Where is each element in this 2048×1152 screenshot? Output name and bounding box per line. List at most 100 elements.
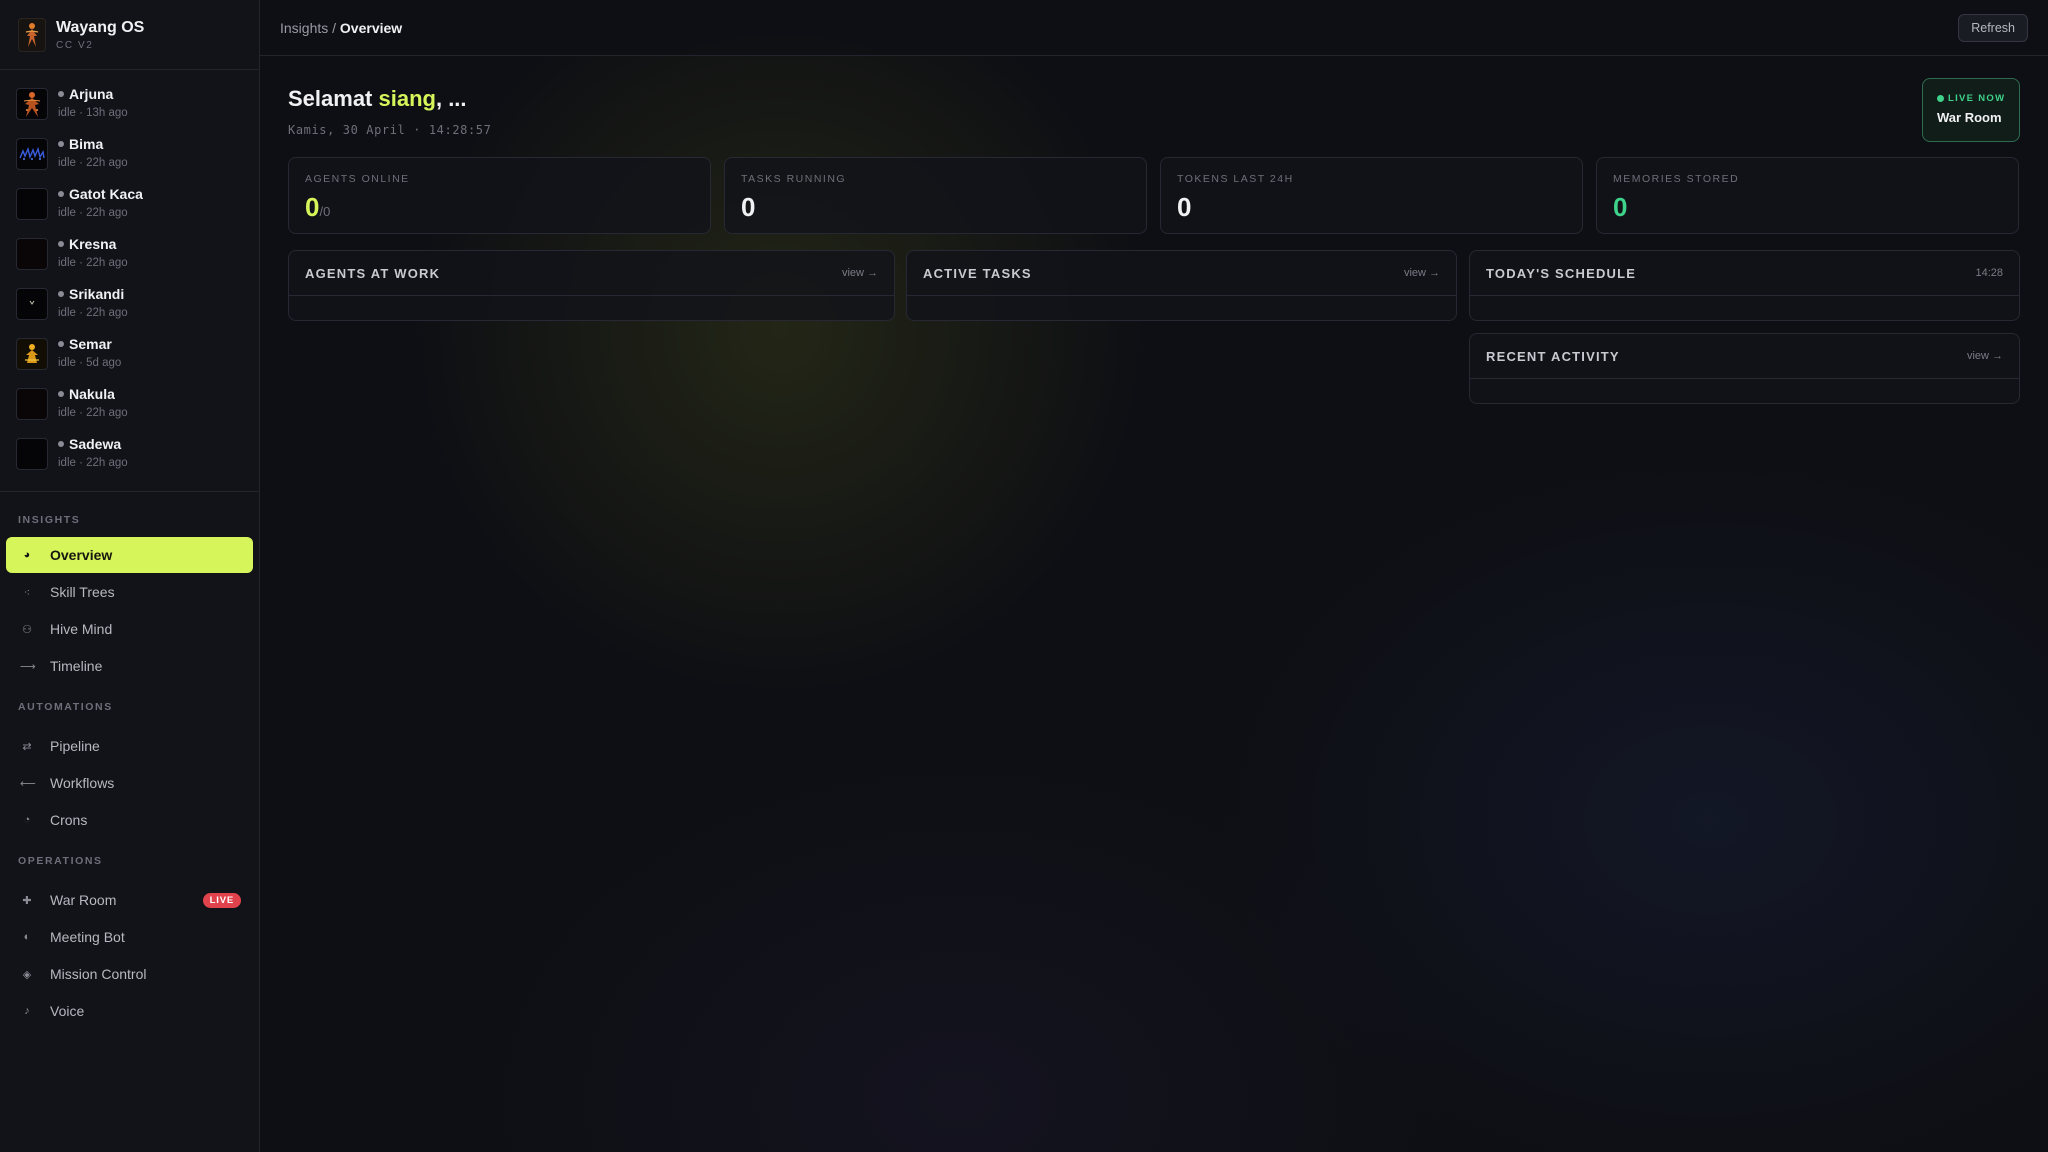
stat-value: 0/0 bbox=[305, 192, 694, 223]
stats-row: AGENTS ONLINE 0/0 TASKS RUNNING 0 TOKENS… bbox=[288, 157, 2019, 234]
agent-status: idle · 13h ago bbox=[58, 107, 128, 119]
agent-name: Semar bbox=[69, 336, 112, 352]
agent-name: Arjuna bbox=[69, 86, 114, 102]
nav-item-voice[interactable]: ♪ Voice bbox=[6, 993, 253, 1029]
stat-card-tokens-24h: TOKENS LAST 24H 0 bbox=[1160, 157, 1583, 234]
agent-item-bima[interactable]: Bima idle · 22h ago bbox=[0, 136, 259, 186]
agent-name: Sadewa bbox=[69, 436, 122, 452]
status-dot bbox=[58, 341, 64, 347]
brand-title: Wayang OS bbox=[56, 18, 145, 36]
breadcrumb-separator: / bbox=[328, 19, 340, 36]
agent-item-arjuna[interactable]: Arjuna idle · 13h ago bbox=[0, 86, 259, 136]
panel-title: AGENTS AT WORK bbox=[305, 265, 441, 281]
stat-label: TASKS RUNNING bbox=[741, 173, 847, 185]
agent-list: Arjuna idle · 13h ago Bima idle · 22h ag… bbox=[0, 70, 259, 492]
agent-item-semar[interactable]: Semar idle · 5d ago bbox=[0, 336, 259, 386]
agent-avatar bbox=[16, 138, 48, 170]
agent-status: idle · 22h ago bbox=[58, 307, 128, 319]
breadcrumb-parent[interactable]: Insights bbox=[280, 20, 328, 36]
nav-item-workflows[interactable]: ⟵ Workflows bbox=[6, 765, 253, 801]
agent-avatar bbox=[16, 388, 48, 420]
greeting-date: Kamis, 30 April · 14:28:57 bbox=[288, 123, 492, 137]
agent-status: idle · 22h ago bbox=[58, 157, 128, 169]
nav-item-label: Pipeline bbox=[50, 738, 100, 754]
wayang-logo-icon bbox=[18, 17, 46, 52]
agent-item-srikandi[interactable]: Srikandi idle · 22h ago bbox=[0, 286, 259, 336]
nav-item-overview[interactable]: ◕ Overview bbox=[6, 537, 253, 573]
nav-section-operations: OPERATIONS bbox=[18, 855, 103, 867]
overview-icon: ◕ bbox=[23, 549, 31, 561]
stat-value: 0 bbox=[1177, 192, 1192, 222]
nav-section-insights: INSIGHTS bbox=[18, 514, 81, 526]
greeting: Selamat siang, ... Kamis, 30 April · 14:… bbox=[288, 86, 491, 137]
view-link[interactable]: view → bbox=[1967, 350, 2003, 362]
live-now-name: War Room bbox=[1937, 110, 2002, 125]
stat-label: TOKENS LAST 24H bbox=[1177, 173, 1294, 185]
topbar: Insights / Overview Refresh bbox=[260, 0, 2048, 56]
agent-status: idle · 5d ago bbox=[58, 357, 122, 369]
status-dot bbox=[58, 141, 64, 147]
agent-item-gatot-kaca[interactable]: Gatot Kaca idle · 22h ago bbox=[0, 186, 259, 236]
greeting-suffix: , ... bbox=[435, 86, 467, 111]
nav-item-timeline[interactable]: ⟶ Timeline bbox=[6, 648, 253, 684]
nav-item-label: Overview bbox=[50, 547, 113, 563]
stat-value-total: /0 bbox=[319, 204, 331, 219]
stat-card-agents-online: AGENTS ONLINE 0/0 bbox=[288, 157, 711, 234]
meeting-bot-icon: ◐ bbox=[23, 931, 31, 943]
panel-todays-schedule: TODAY'S SCHEDULE 14:28 bbox=[1469, 250, 2020, 321]
workflows-icon: ⟵ bbox=[20, 777, 36, 790]
agent-avatar bbox=[16, 88, 48, 120]
greeting-accent: siang bbox=[378, 86, 436, 111]
nav-item-crons[interactable]: ◔ Crons bbox=[6, 802, 253, 838]
view-link[interactable]: view → bbox=[842, 267, 878, 279]
stat-value: 0 bbox=[1613, 192, 1628, 222]
agent-status: idle · 22h ago bbox=[58, 207, 128, 219]
stat-card-memories: MEMORIES STORED 0 bbox=[1596, 157, 2019, 234]
nav-item-mission-control[interactable]: ◈ Mission Control bbox=[6, 956, 253, 992]
agent-avatar bbox=[16, 438, 48, 470]
nav-item-skill-trees[interactable]: ⁖ Skill Trees bbox=[6, 574, 253, 610]
agent-status: idle · 22h ago bbox=[58, 257, 128, 269]
panel-recent-activity: RECENT ACTIVITY view → bbox=[1469, 333, 2020, 404]
nav-item-meeting-bot[interactable]: ◐ Meeting Bot bbox=[6, 919, 253, 955]
stat-card-tasks-running: TASKS RUNNING 0 bbox=[724, 157, 1147, 234]
brand[interactable]: Wayang OS CC V2 bbox=[0, 0, 259, 70]
nav-item-pipeline[interactable]: ⇄ Pipeline bbox=[6, 728, 253, 764]
agent-name: Kresna bbox=[69, 236, 117, 252]
stat-label: MEMORIES STORED bbox=[1613, 173, 1740, 185]
nav-section-automations: AUTOMATIONS bbox=[18, 701, 113, 713]
panel-active-tasks: ACTIVE TASKS view → bbox=[906, 250, 1457, 321]
panel-title: ACTIVE TASKS bbox=[923, 265, 1032, 281]
live-indicator-icon bbox=[1937, 95, 1944, 102]
agent-avatar bbox=[16, 188, 48, 220]
stat-value: 0 bbox=[741, 192, 756, 222]
agent-name: Gatot Kaca bbox=[69, 186, 143, 202]
brand-subtitle: CC V2 bbox=[56, 39, 94, 51]
timeline-icon: ⟶ bbox=[20, 660, 36, 673]
live-badge: LIVE bbox=[202, 892, 241, 908]
nav-item-war-room[interactable]: ✚ War Room LIVE bbox=[6, 882, 253, 918]
view-link[interactable]: view → bbox=[1404, 267, 1440, 279]
voice-icon: ♪ bbox=[24, 1005, 30, 1017]
war-room-icon: ✚ bbox=[22, 894, 32, 907]
nav-item-label: Mission Control bbox=[50, 966, 147, 982]
nav-item-hive-mind[interactable]: ⚇ Hive Mind bbox=[6, 611, 253, 647]
status-dot bbox=[58, 191, 64, 197]
agent-item-nakula[interactable]: Nakula idle · 22h ago bbox=[0, 386, 259, 436]
mission-control-icon: ◈ bbox=[22, 968, 32, 981]
panel-title: TODAY'S SCHEDULE bbox=[1486, 265, 1637, 281]
status-dot bbox=[58, 391, 64, 397]
skill-trees-icon: ⁖ bbox=[23, 586, 31, 599]
greeting-prefix: Selamat bbox=[288, 86, 379, 111]
breadcrumb: Insights / Overview bbox=[280, 20, 402, 36]
agent-name: Nakula bbox=[69, 386, 115, 402]
crons-icon: ◔ bbox=[23, 814, 31, 826]
agent-item-sadewa[interactable]: Sadewa idle · 22h ago bbox=[0, 436, 259, 486]
agent-item-kresna[interactable]: Kresna idle · 22h ago bbox=[0, 236, 259, 286]
agent-name: Bima bbox=[69, 136, 104, 152]
stat-label: AGENTS ONLINE bbox=[305, 173, 410, 185]
live-now-card[interactable]: LIVE NOW War Room bbox=[1922, 78, 2020, 142]
agent-avatar bbox=[16, 238, 48, 270]
refresh-button[interactable]: Refresh bbox=[1958, 13, 2028, 42]
nav-item-label: War Room bbox=[50, 892, 117, 908]
